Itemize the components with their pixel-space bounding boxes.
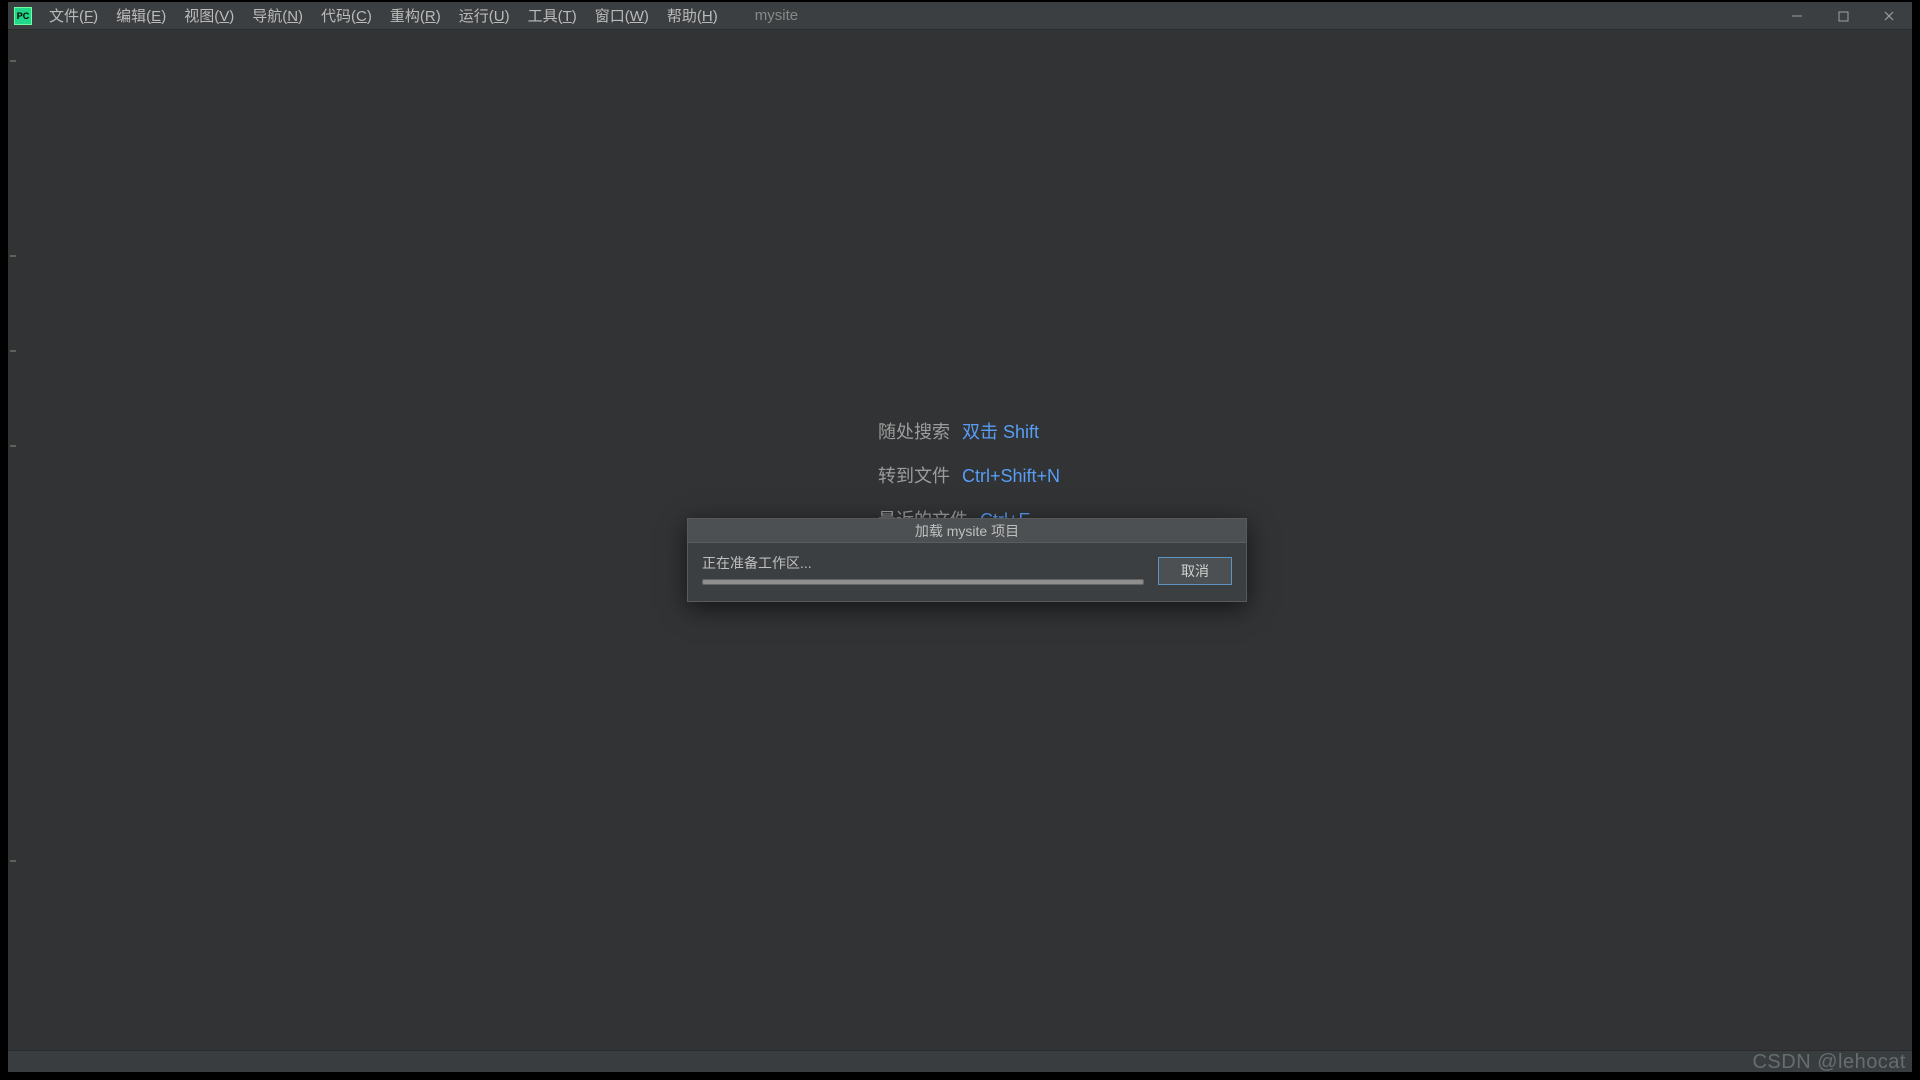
menu-n[interactable]: 导航(N) [243, 2, 312, 29]
menu-w[interactable]: 窗口(W) [586, 2, 658, 29]
hint-shortcut: Ctrl+Shift+N [962, 466, 1060, 487]
menu-v[interactable]: 视图(V) [175, 2, 243, 29]
app-window: PC 文件(F)编辑(E)视图(V)导航(N)代码(C)重构(R)运行(U)工具… [8, 2, 1912, 1072]
progress-text: 正在准备工作区... [702, 553, 1144, 573]
app-icon: PC [14, 7, 32, 25]
dialog-title: 加载 mysite 项目 [688, 519, 1246, 543]
close-button[interactable] [1866, 2, 1912, 30]
menu-c[interactable]: 代码(C) [312, 2, 381, 29]
hint-row: 随处搜索双击 Shift [878, 418, 1060, 444]
gutter [8, 30, 20, 1050]
menubar: PC 文件(F)编辑(E)视图(V)导航(N)代码(C)重构(R)运行(U)工具… [8, 2, 1912, 30]
hint-shortcut: 双击 Shift [962, 418, 1039, 444]
maximize-button[interactable] [1820, 2, 1866, 30]
menu-r[interactable]: 重构(R) [381, 2, 450, 29]
progress-wrap: 正在准备工作区... [702, 553, 1144, 585]
empty-state-hints: 随处搜索双击 Shift转到文件Ctrl+Shift+N最近的文件Ctrl+E [878, 418, 1060, 532]
status-bar [8, 1050, 1912, 1072]
hint-row: 转到文件 Ctrl+Shift+N [878, 462, 1060, 488]
minimize-button[interactable] [1774, 2, 1820, 30]
menu-h[interactable]: 帮助(H) [658, 2, 727, 29]
window-controls [1774, 2, 1912, 30]
project-name: mysite [755, 7, 798, 24]
menu-e[interactable]: 编辑(E) [107, 2, 175, 29]
hint-label: 随处搜索 [878, 418, 950, 444]
hint-label: 转到文件 [878, 462, 950, 488]
menu-f[interactable]: 文件(F) [40, 2, 107, 29]
dialog-body: 正在准备工作区... 取消 [688, 543, 1246, 601]
editor-empty-area: 随处搜索双击 Shift转到文件Ctrl+Shift+N最近的文件Ctrl+E … [8, 30, 1912, 1050]
watermark: CSDN @lehocat [1752, 1051, 1906, 1074]
progress-bar [702, 579, 1144, 585]
progress-fill [703, 580, 1143, 584]
menu-u[interactable]: 运行(U) [450, 2, 519, 29]
progress-dialog: 加载 mysite 项目 正在准备工作区... 取消 [687, 518, 1247, 602]
cancel-button[interactable]: 取消 [1158, 557, 1232, 585]
menu-t[interactable]: 工具(T) [519, 2, 586, 29]
